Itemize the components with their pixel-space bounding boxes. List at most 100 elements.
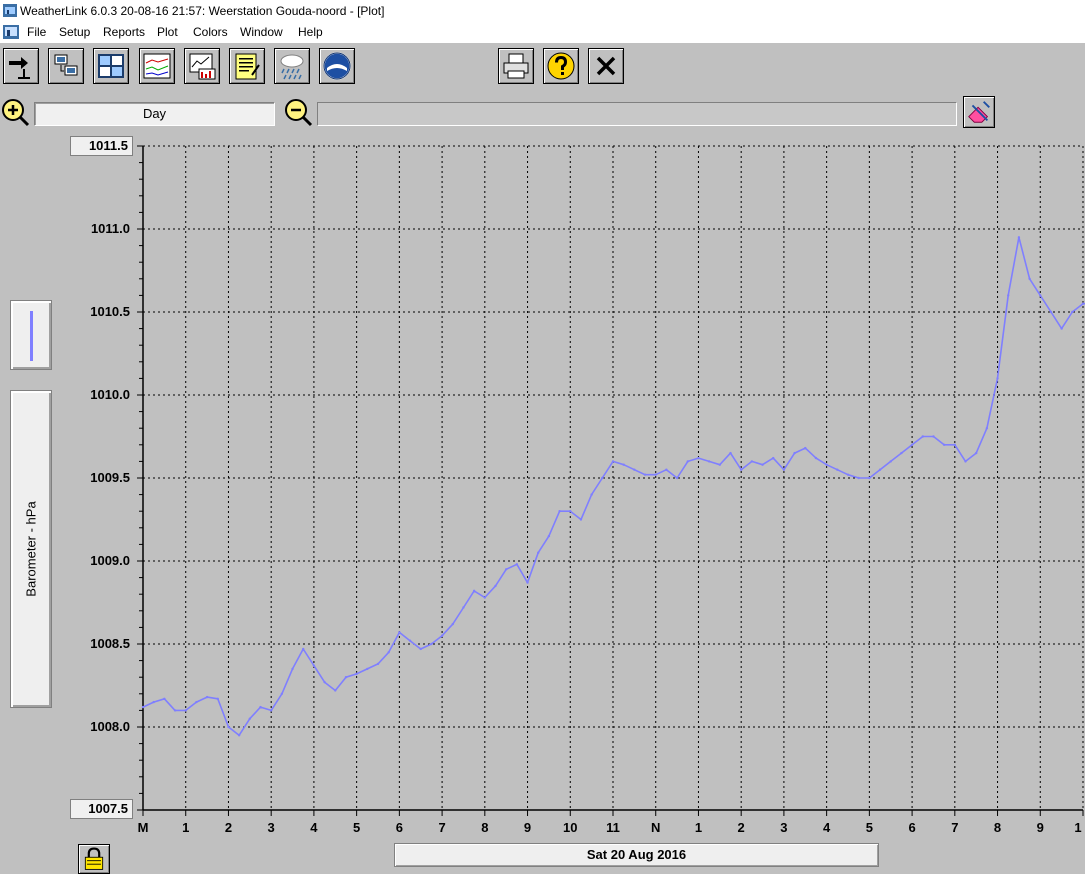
- barometer-data-point: [868, 476, 871, 480]
- barometer-data-point: [526, 581, 529, 584]
- print-button[interactable]: [498, 48, 534, 84]
- barometer-data-point: [921, 435, 924, 438]
- period-field[interactable]: Day: [34, 102, 275, 126]
- x-tick-label: N: [651, 820, 661, 835]
- plot-icon: [189, 53, 216, 80]
- strip-chart-button[interactable]: [139, 48, 175, 84]
- barometer-data-point: [419, 647, 422, 651]
- barometer-data-point: [547, 534, 551, 538]
- y-tick: 1010.5: [90, 304, 130, 319]
- y-axis-title: Barometer - hPa: [23, 501, 39, 597]
- barometer-data-point: [643, 473, 647, 476]
- menu-plot[interactable]: Plot: [157, 25, 178, 39]
- menu-colors[interactable]: Colors: [193, 25, 228, 39]
- barometer-data-point: [590, 493, 593, 496]
- noaa-button[interactable]: [319, 48, 355, 84]
- barometer-data-point: [836, 468, 839, 471]
- barometer-data-point: [173, 709, 177, 712]
- barometer-data-point: [141, 705, 145, 709]
- y-axis-title-button[interactable]: Barometer - hPa: [10, 390, 52, 708]
- x-tick-label: 3: [267, 820, 275, 835]
- barometer-data-point: [601, 476, 604, 480]
- barometer-data-point: [269, 709, 273, 712]
- barometer-data-point: [323, 680, 326, 684]
- clear-plot-button[interactable]: [963, 96, 995, 128]
- y-tick: 1009.0: [90, 553, 130, 568]
- barometer-data-point: [654, 473, 657, 476]
- series-color-button[interactable]: [10, 300, 52, 370]
- barometer-data-point: [675, 476, 679, 480]
- y-tick-bottom[interactable]: 1007.5: [70, 799, 133, 819]
- x-tick-label: 6: [395, 820, 403, 835]
- zoom-in-icon[interactable]: [0, 97, 30, 127]
- x-tick-label: 7: [438, 820, 446, 835]
- x-tick-label: 1: [182, 820, 190, 835]
- print-icon: [503, 53, 529, 79]
- barometer-data-point: [814, 456, 818, 460]
- barometer-data-point: [152, 700, 155, 704]
- document-icon[interactable]: [3, 25, 19, 39]
- wind-vane-icon: [9, 57, 30, 79]
- barometer-data-point: [440, 634, 444, 637]
- barometer-data-point: [611, 460, 615, 463]
- barometer-data-point: [1081, 302, 1085, 305]
- barometer-data-point: [665, 468, 668, 471]
- barometer-data-point: [451, 622, 454, 626]
- barometer-data-point: [1028, 277, 1031, 280]
- noaa-summary-button[interactable]: [229, 48, 265, 84]
- barometer-data-point: [985, 427, 989, 430]
- barometer-data-point: [1071, 310, 1074, 314]
- barometer-data-point: [996, 377, 999, 380]
- window-title: WeatherLink 6.0.3 20-08-16 21:57: Weerst…: [20, 4, 385, 18]
- rain-button[interactable]: [274, 48, 310, 84]
- x-tick-label: 5: [865, 820, 873, 835]
- barometer-data-point: [1060, 327, 1063, 330]
- barometer-data-point: [387, 651, 390, 654]
- barometer-data-point: [537, 551, 540, 554]
- x-tick-label: 4: [310, 820, 318, 835]
- barometer-data-point: [974, 451, 978, 455]
- eraser-icon: [968, 101, 990, 123]
- y-tick-top[interactable]: 1011.5: [70, 136, 133, 156]
- toolbar: [0, 42, 1085, 91]
- x-tick-label: 7: [951, 820, 959, 835]
- x-tick-label: 6: [908, 820, 916, 835]
- barometer-data-point: [483, 596, 487, 599]
- barometer-data-point: [825, 463, 828, 466]
- zoom-out-icon[interactable]: [283, 97, 313, 127]
- app-icon: [3, 4, 17, 17]
- barometer-series-line: [142, 236, 1085, 737]
- barometer-data-point: [729, 451, 732, 455]
- barometer-data-point: [686, 460, 689, 463]
- range-slider[interactable]: [317, 102, 957, 126]
- x-tick-label: 8: [481, 820, 489, 835]
- y-tick: 1008.0: [90, 719, 130, 734]
- wind-vane-button[interactable]: [3, 48, 39, 84]
- barometer-data-point: [376, 662, 380, 666]
- bulletin-button[interactable]: [93, 48, 129, 84]
- x-tick-label: 10: [563, 820, 578, 835]
- barometer-data-point: [227, 725, 230, 729]
- series-color-swatch: [30, 311, 33, 361]
- help-icon: [547, 52, 575, 80]
- download-icon: [54, 54, 78, 76]
- plot-button[interactable]: [184, 48, 220, 84]
- download-button[interactable]: [48, 48, 84, 84]
- barometer-data-point: [1049, 310, 1053, 314]
- menu-setup[interactable]: Setup: [59, 25, 90, 39]
- title-bar: WeatherLink 6.0.3 20-08-16 21:57: Weerst…: [0, 0, 1085, 22]
- y-tick: 1011.0: [90, 221, 130, 236]
- help-button[interactable]: [543, 48, 579, 84]
- barometer-data-point: [910, 443, 914, 446]
- date-label[interactable]: Sat 20 Aug 2016: [394, 843, 879, 867]
- menu-file[interactable]: File: [27, 25, 46, 39]
- barometer-data-point: [857, 476, 860, 480]
- menu-reports[interactable]: Reports: [103, 25, 145, 39]
- menu-help[interactable]: Help: [298, 25, 323, 39]
- barometer-data-point: [494, 584, 497, 588]
- x-tick-label: 1: [694, 820, 703, 835]
- menu-window[interactable]: Window: [240, 25, 283, 39]
- lock-button[interactable]: [78, 844, 110, 874]
- barometer-data-point: [398, 631, 401, 634]
- close-button[interactable]: [588, 48, 624, 84]
